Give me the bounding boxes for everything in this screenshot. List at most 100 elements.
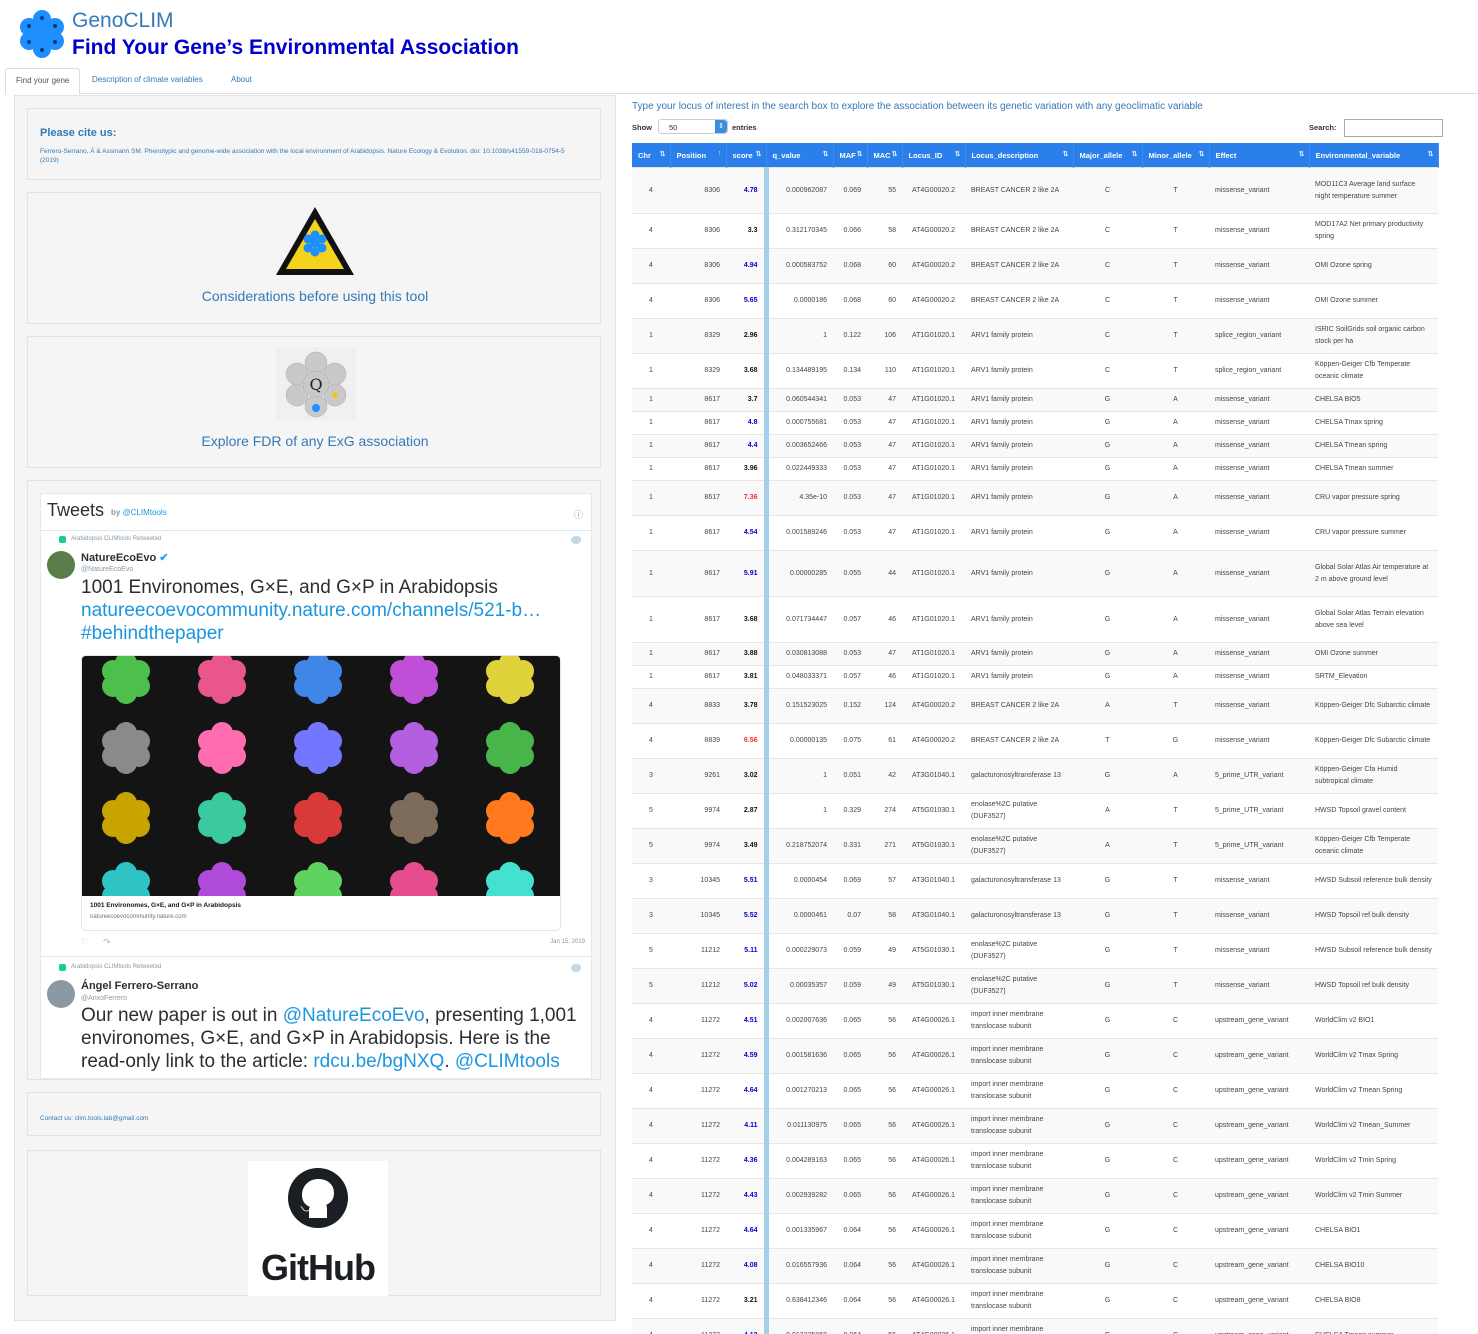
table-row[interactable]: 1 8617 3.88 0.030813088 0.053 47 AT1G01020.1 AR… bbox=[632, 642, 1438, 666]
tweet-author-handle[interactable]: @AnxoFerrero bbox=[81, 995, 127, 1002]
column-header-effect[interactable]: Effect ⇅ bbox=[1209, 143, 1310, 168]
table-row[interactable]: 1 8617 4.4 0.003652466 0.053 47 AT1G01020.1 ARV… bbox=[632, 434, 1438, 458]
tweet-link[interactable]: rdcu.be/bgNXQ bbox=[313, 1051, 444, 1072]
warning-icon[interactable] bbox=[274, 205, 356, 277]
cell-maf: 0.065 bbox=[833, 1003, 867, 1039]
table-row[interactable]: 4 11272 4.08 0.016557936 0.064 56 AT4G00026.1 i… bbox=[632, 1248, 1438, 1284]
cell-q-value: 0.000583752 bbox=[766, 248, 833, 284]
cell-locus-description: import inner membrane translocase subuni… bbox=[965, 1073, 1073, 1109]
table-row[interactable]: 1 8329 2.96 1 0.122 106 AT1G01020.1 ARV1 family… bbox=[632, 318, 1438, 354]
cell-maf: 0.065 bbox=[833, 1143, 867, 1179]
cell-major-allele: G bbox=[1073, 968, 1142, 1004]
table-row[interactable]: 4 11272 4.51 0.002007636 0.065 56 AT4G00026.1 i… bbox=[632, 1003, 1438, 1039]
table-row[interactable]: 1 8617 5.91 0.00000285 0.055 44 AT1G01020.1 ARV… bbox=[632, 550, 1438, 597]
column-header-chr[interactable]: Chr ⇅ bbox=[632, 143, 671, 168]
table-row[interactable]: 4 11272 4.36 0.004289163 0.065 56 AT4G00026.1 i… bbox=[632, 1143, 1438, 1179]
twitter-timeline[interactable]: Tweets by @CLIMtools ⓘ Arabidopsis CLIMt… bbox=[40, 493, 592, 1079]
search-input[interactable] bbox=[1344, 119, 1443, 137]
cell-score: 4.51 bbox=[726, 1003, 769, 1039]
tweet-author-handle[interactable]: @NatureEcoEvo bbox=[81, 566, 133, 573]
twitter-bird-icon[interactable] bbox=[571, 964, 581, 972]
column-header-mac[interactable]: MAC ⇅ bbox=[867, 143, 903, 168]
table-row[interactable]: 4 8833 3.78 0.151523025 0.152 124 AT4G00020.2 B… bbox=[632, 688, 1438, 724]
cell-chr: 4 bbox=[632, 1038, 670, 1074]
like-icon[interactable]: ♡ bbox=[81, 937, 103, 947]
tweet-card[interactable]: 1001 Environomes, G×E, and G×P in Arabid… bbox=[81, 655, 561, 931]
table-row[interactable]: 1 8329 3.68 0.134489195 0.134 110 AT1G01020.1 A… bbox=[632, 353, 1438, 389]
cell-position: 8306 bbox=[670, 167, 726, 214]
info-icon[interactable]: ⓘ bbox=[574, 508, 583, 521]
tweet-link[interactable]: natureecoevocommunity.nature.com/channel… bbox=[81, 599, 586, 622]
twitter-bird-icon[interactable] bbox=[571, 536, 581, 544]
table-row[interactable]: 5 11212 5.02 0.00035357 0.059 49 AT5G01030.1 en… bbox=[632, 968, 1438, 1004]
table-row[interactable]: 4 11272 3.21 0.638412346 0.064 56 AT4G00026.1 i… bbox=[632, 1283, 1438, 1319]
table-row[interactable]: 4 8306 4.78 0.000962087 0.069 55 AT4G00020.2 BR… bbox=[632, 167, 1438, 214]
contact-email[interactable]: Contact us: clim.tools.lab@gmail.com bbox=[40, 1115, 148, 1122]
column-header-locus-id[interactable]: Locus_ID ⇅ bbox=[902, 143, 966, 168]
cell-effect: missense_variant bbox=[1209, 898, 1309, 934]
tweet-author-name[interactable]: NatureEcoEvo ✔ bbox=[81, 551, 168, 564]
cell-score: 4.54 bbox=[726, 515, 769, 551]
tweet-hashtag[interactable]: #behindthepaper bbox=[81, 622, 586, 645]
avatar[interactable] bbox=[47, 980, 75, 1008]
cell-position: 11212 bbox=[670, 933, 726, 969]
tab-description-climate-variables[interactable]: Description of climate variables bbox=[82, 68, 213, 92]
table-row[interactable]: 1 8617 4.8 0.000755681 0.053 47 AT1G01020.1 ARV… bbox=[632, 411, 1438, 435]
column-header-major-allele[interactable]: Major_allele ⇅ bbox=[1073, 143, 1143, 168]
table-row[interactable]: 4 8839 6.56 0.00000135 0.075 61 AT4G00020.2 BRE… bbox=[632, 723, 1438, 759]
tweet-mention[interactable]: @CLIMtools bbox=[455, 1051, 560, 1072]
tweet-mention[interactable]: @NatureEcoEvo bbox=[283, 1005, 425, 1026]
table-row[interactable]: 4 11272 4.11 0.011130975 0.065 56 AT4G00026.1 i… bbox=[632, 1108, 1438, 1144]
table-row[interactable]: 1 8617 3.96 0.022449333 0.053 47 AT1G01020.1 AR… bbox=[632, 457, 1438, 481]
cell-major-allele: G bbox=[1073, 665, 1142, 689]
table-row[interactable]: 4 11272 4.64 0.001335967 0.064 56 AT4G00026.1 i… bbox=[632, 1213, 1438, 1249]
column-header-position[interactable]: Position ↑ bbox=[670, 143, 727, 168]
table-row[interactable]: 4 11272 4.59 0.001581636 0.065 56 AT4G00026.1 i… bbox=[632, 1038, 1438, 1074]
table-row[interactable]: 4 8306 4.94 0.000583752 0.068 60 AT4G00020.2 BR… bbox=[632, 248, 1438, 284]
cell-chr: 4 bbox=[632, 283, 670, 319]
tweet-date[interactable]: Jan 15, 2019 bbox=[550, 939, 585, 945]
cite-text[interactable]: Ferrero-Serrano, Á & Assmann SM. Phenoty… bbox=[40, 147, 580, 165]
tweets-by-handle[interactable]: @CLIMtools bbox=[123, 508, 167, 517]
table-row[interactable]: 4 8306 5.65 0.0000186 0.068 60 AT4G00020.2 BREA… bbox=[632, 283, 1438, 319]
github-link[interactable]: GitHub bbox=[248, 1161, 388, 1296]
table-row[interactable]: 4112724.120.0132358680.06456AT4G00026.1i… bbox=[632, 1318, 1438, 1334]
table-row[interactable]: 1 8617 3.7 0.060544341 0.053 47 AT1G01020.1 ARV… bbox=[632, 388, 1438, 412]
fdr-flower-icon[interactable]: Q bbox=[276, 347, 356, 421]
table-row[interactable]: 5 9974 2.87 1 0.329 274 AT5G01030.1 enolase%2C … bbox=[632, 793, 1438, 829]
table-row[interactable]: 1 8617 4.54 0.001589246 0.053 47 AT1G01020.1 AR… bbox=[632, 515, 1438, 551]
column-header-q-value[interactable]: q_value ⇅ bbox=[766, 143, 834, 168]
column-header-minor-allele[interactable]: Minor_allele ⇅ bbox=[1142, 143, 1210, 168]
tweet-author-name[interactable]: Ángel Ferrero-Serrano bbox=[81, 980, 198, 992]
cell-minor-allele: T bbox=[1142, 898, 1209, 934]
table-row[interactable]: 4 8306 3.3 0.312170345 0.066 58 AT4G00020.2 BRE… bbox=[632, 213, 1438, 249]
table-row[interactable]: 1 8617 3.68 0.071734447 0.057 46 AT1G01020.1 AR… bbox=[632, 596, 1438, 643]
tab-find-your-gene[interactable]: Find your gene bbox=[5, 68, 81, 95]
column-header-score[interactable]: score ⇅ bbox=[726, 143, 767, 168]
table-row[interactable]: 1 8617 7.36 4.35e-10 0.053 47 AT1G01020.1 ARV1 … bbox=[632, 480, 1438, 516]
column-header-environmental-variable[interactable]: Environmental_variable ⇅ bbox=[1309, 143, 1439, 168]
table-row[interactable]: 3 10345 5.52 0.0000461 0.07 58 AT3G01040.1 gala… bbox=[632, 898, 1438, 934]
table-row[interactable]: 4 11272 4.43 0.002939282 0.065 56 AT4G00026.1 i… bbox=[632, 1178, 1438, 1214]
cell-q-value: 0.030813088 bbox=[766, 642, 833, 666]
column-header-locus-description[interactable]: Locus_description ⇅ bbox=[965, 143, 1074, 168]
table-row[interactable]: 4 11272 4.64 0.001270213 0.065 56 AT4G00026.1 i… bbox=[632, 1073, 1438, 1109]
cell-environmental-variable: CHELSA BIO10 bbox=[1309, 1248, 1438, 1284]
cell-major-allele: C bbox=[1073, 167, 1142, 214]
fdr-link[interactable]: Explore FDR of any ExG association bbox=[28, 433, 602, 449]
cell-effect: missense_variant bbox=[1209, 434, 1309, 458]
column-header-maf[interactable]: MAF ⇅ bbox=[833, 143, 868, 168]
cell-major-allele: G bbox=[1073, 1283, 1142, 1319]
table-row[interactable]: 3 10345 5.51 0.0000454 0.069 57 AT3G01040.1 gal… bbox=[632, 863, 1438, 899]
table-row[interactable]: 3 9261 3.02 1 0.051 42 AT3G01040.1 galacturonos… bbox=[632, 758, 1438, 794]
considerations-link[interactable]: Considerations before using this tool bbox=[28, 288, 602, 304]
avatar[interactable] bbox=[47, 551, 75, 579]
table-row[interactable]: 5 11212 5.11 0.000229073 0.059 49 AT5G01030.1 e… bbox=[632, 933, 1438, 969]
tab-about[interactable]: About bbox=[221, 68, 262, 92]
cell-score: 2.87 bbox=[726, 793, 769, 829]
entries-select[interactable]: 50 ⇕ bbox=[658, 119, 728, 134]
cell-major-allele: G bbox=[1073, 1178, 1142, 1214]
table-row[interactable]: 5 9974 3.49 0.218752074 0.331 271 AT5G01030.1 e… bbox=[632, 828, 1438, 864]
share-icon[interactable]: ↷ bbox=[103, 937, 125, 947]
table-row[interactable]: 1 8617 3.81 0.048033371 0.057 46 AT1G01020.1 AR… bbox=[632, 665, 1438, 689]
